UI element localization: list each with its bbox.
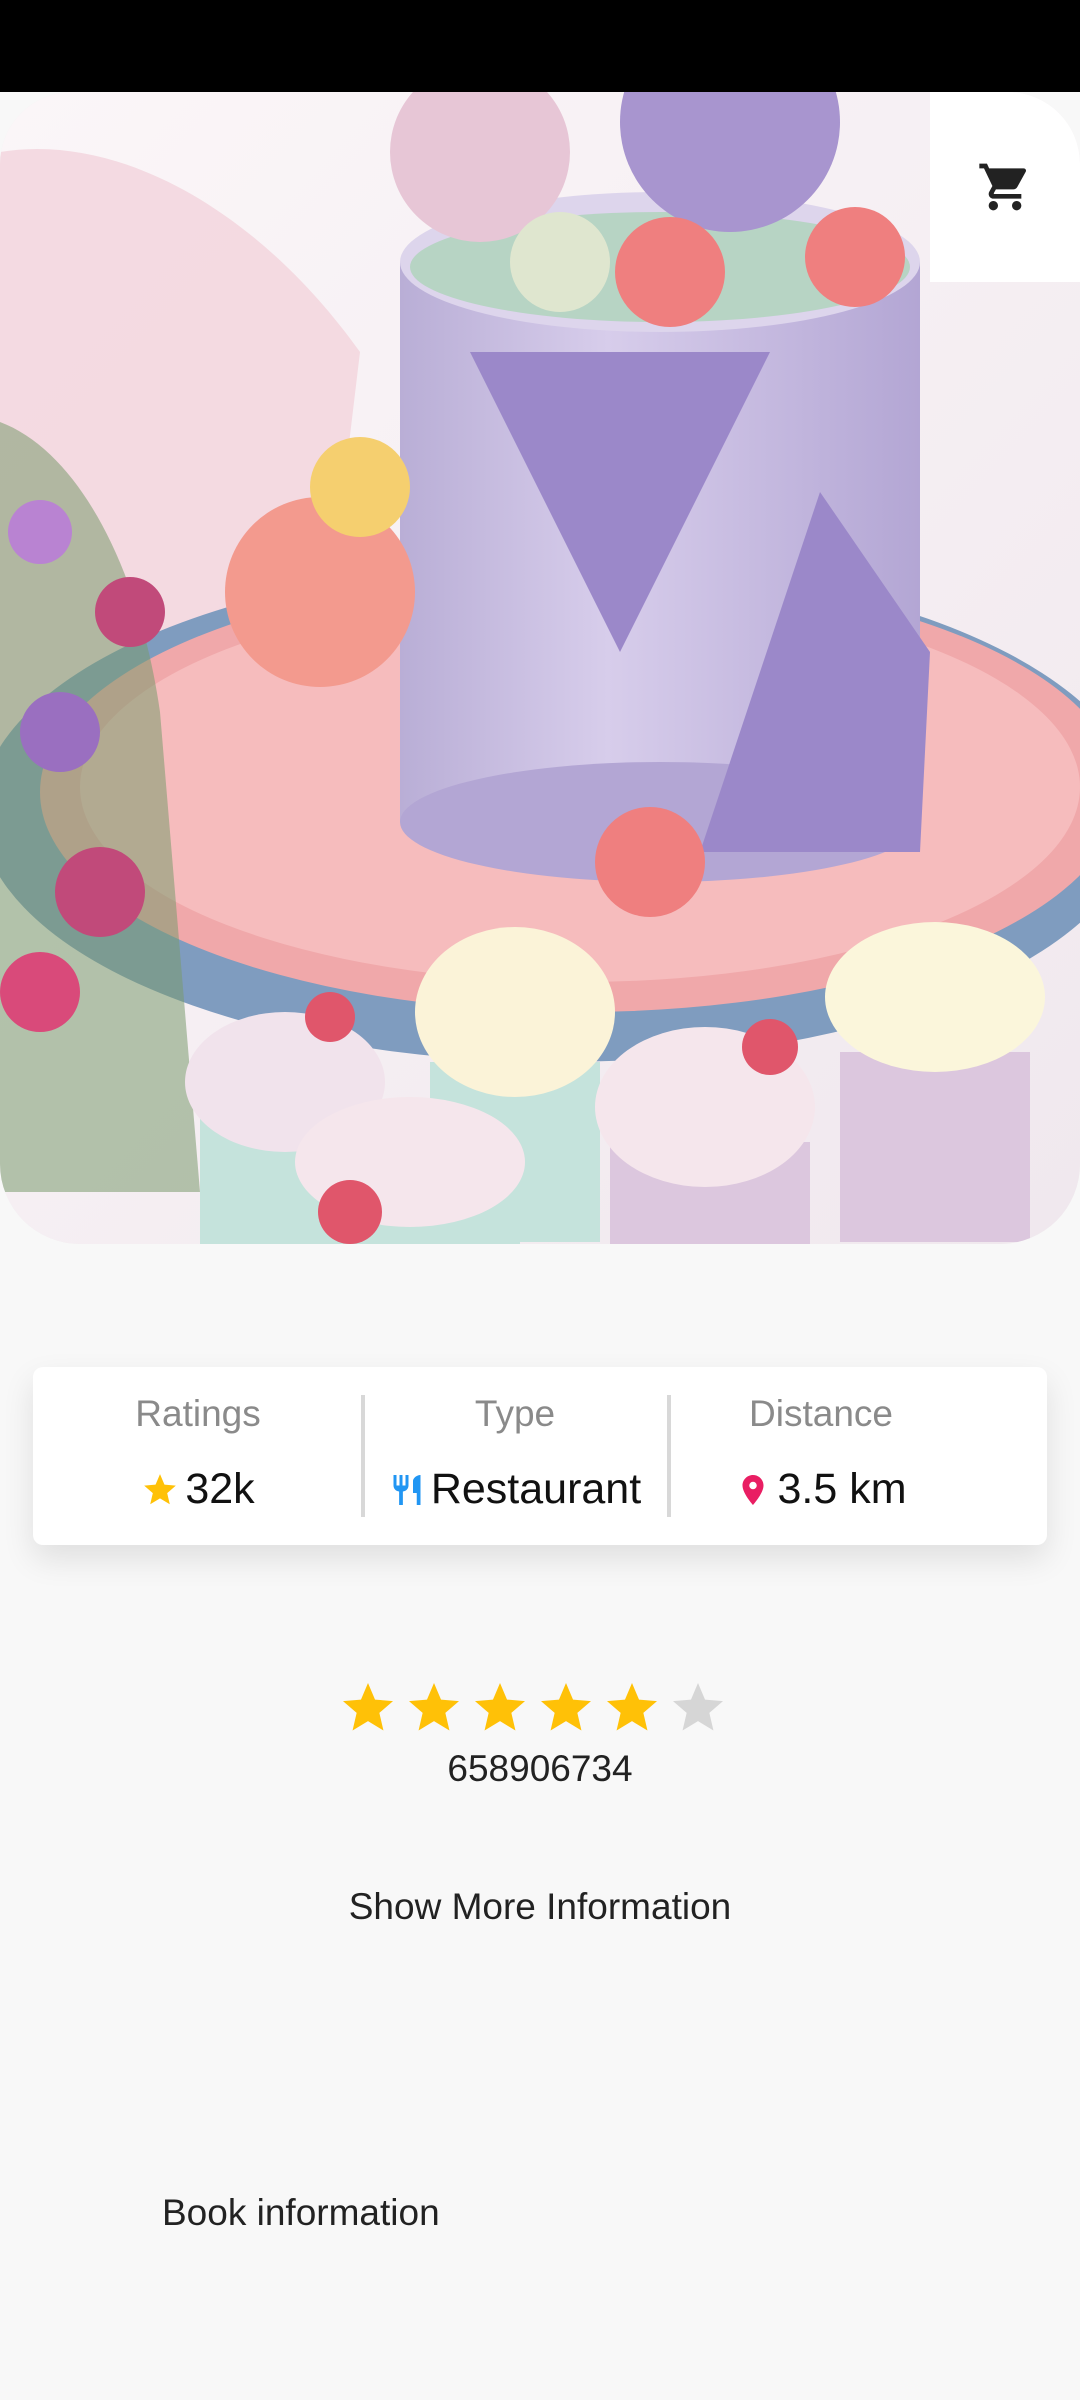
star-icon[interactable] xyxy=(536,1678,596,1738)
star-icon[interactable] xyxy=(602,1678,662,1738)
show-more-button[interactable]: Show More Information xyxy=(0,1886,1080,1928)
star-icon[interactable] xyxy=(470,1678,530,1738)
distance-value: 3.5 km xyxy=(777,1465,907,1513)
cart-icon xyxy=(979,163,1027,211)
star-icon[interactable] xyxy=(338,1678,398,1738)
ratings-value-row: 32k xyxy=(33,1465,363,1514)
location-pin-icon xyxy=(742,1474,764,1505)
distance-column: Distance 3.5 km xyxy=(671,1367,971,1545)
ratings-label: Ratings xyxy=(135,1393,261,1434)
star-empty-icon[interactable] xyxy=(668,1678,728,1738)
distance-value-row: 3.5 km xyxy=(671,1465,971,1514)
type-label: Type xyxy=(474,1393,556,1434)
type-value: Restaurant xyxy=(430,1465,642,1513)
star-icon[interactable] xyxy=(404,1678,464,1738)
phone-number: 658906734 xyxy=(447,1748,633,1789)
ratings-column: Ratings 32k xyxy=(33,1367,363,1545)
hero-image xyxy=(0,92,1080,1244)
star-icon xyxy=(144,1473,177,1504)
rating-stars[interactable] xyxy=(338,1678,738,1744)
status-bar xyxy=(0,0,1080,92)
ratings-value: 32k xyxy=(185,1465,255,1513)
book-information-button[interactable]: Book information xyxy=(162,2192,440,2234)
type-value-row: Restaurant xyxy=(365,1465,665,1514)
info-card: Ratings 32k Type Restaurant Distance 3.5… xyxy=(33,1367,1047,1545)
restaurant-icon xyxy=(393,1474,421,1505)
cart-button[interactable] xyxy=(930,92,1080,282)
type-column: Type Restaurant xyxy=(365,1367,665,1545)
distance-label: Distance xyxy=(749,1393,893,1434)
